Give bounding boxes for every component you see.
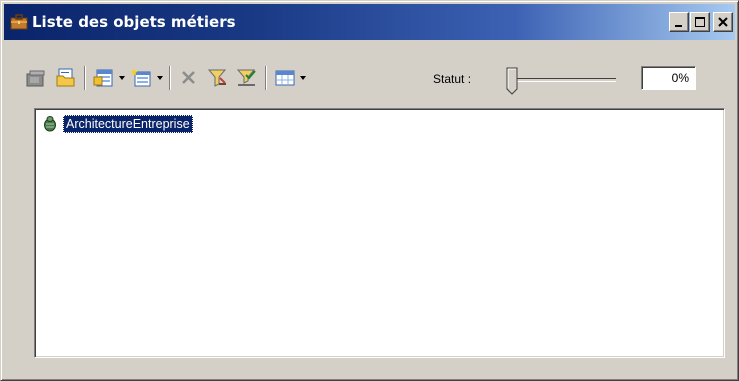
filter-clear-icon — [236, 69, 256, 86]
slider-thumb[interactable] — [506, 67, 518, 95]
delete-button[interactable] — [176, 64, 202, 92]
maximize-icon — [695, 17, 705, 27]
properties-icon — [26, 70, 45, 87]
new-object-icon — [131, 68, 151, 87]
columns-dropdown[interactable] — [298, 64, 308, 92]
add-objects-button[interactable] — [91, 64, 117, 92]
window-title: Liste des objets métiers — [32, 13, 236, 31]
status-slider[interactable] — [504, 65, 616, 95]
filter-clear-button[interactable] — [234, 64, 260, 92]
minimize-button[interactable] — [669, 12, 689, 32]
filter-button[interactable] — [205, 64, 231, 92]
filter-icon — [207, 69, 227, 87]
minimize-icon — [675, 25, 682, 27]
chevron-down-icon — [300, 76, 306, 80]
add-objects-icon — [93, 69, 113, 87]
properties-button[interactable] — [23, 64, 49, 92]
object-list[interactable]: ArchitectureEntreprise — [34, 108, 725, 358]
open-button[interactable] — [53, 64, 79, 92]
add-objects-dropdown[interactable] — [117, 64, 127, 92]
caption-buttons — [668, 12, 733, 32]
new-object-dropdown[interactable] — [155, 64, 165, 92]
toolbar-separator — [169, 66, 171, 90]
close-icon — [718, 17, 728, 27]
new-object-button[interactable] — [129, 64, 155, 92]
delete-icon — [182, 71, 195, 84]
list-item-label: ArchitectureEntreprise — [63, 115, 193, 133]
open-icon — [56, 68, 75, 87]
chevron-down-icon — [157, 76, 163, 80]
slider-track — [512, 78, 616, 82]
columns-icon — [275, 70, 295, 86]
maximize-button[interactable] — [690, 12, 710, 32]
list-item[interactable]: ArchitectureEntreprise — [41, 114, 193, 134]
progress-percent: 0% — [641, 66, 696, 90]
close-button[interactable] — [713, 12, 733, 32]
toolbar: Statut : 0% — [9, 59, 730, 99]
columns-button[interactable] — [272, 64, 298, 92]
briefcase-icon — [10, 13, 28, 31]
status-label: Statut : — [433, 72, 472, 86]
toolbar-separator — [265, 66, 267, 90]
title-bar[interactable]: Liste des objets métiers — [4, 4, 735, 40]
window: Liste des objets métiers Statut: 0% Arc… — [0, 0, 739, 381]
chevron-down-icon — [119, 76, 125, 80]
toolbar-separator — [84, 66, 86, 90]
business-object-icon — [44, 116, 56, 132]
